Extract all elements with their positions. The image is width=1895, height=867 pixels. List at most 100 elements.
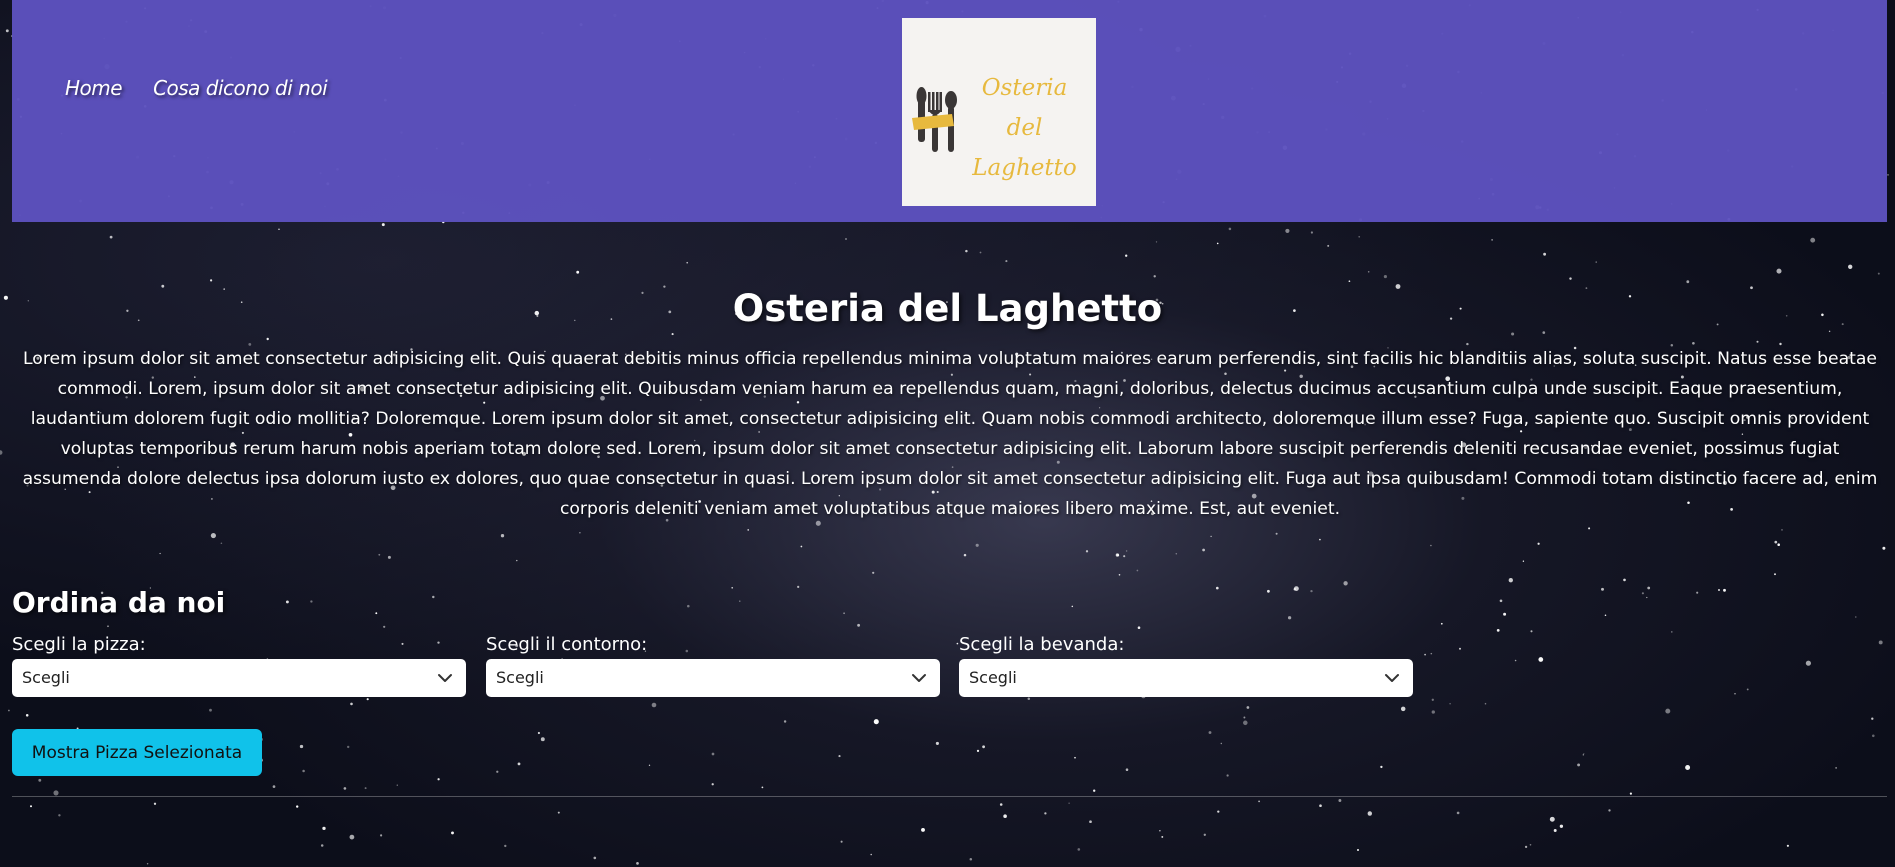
nav-link-testimonials[interactable]: Cosa dicono di noi: [153, 76, 328, 100]
star: [731, 586, 734, 589]
star: [1559, 824, 1564, 828]
star: [1243, 720, 1248, 726]
star: [1810, 237, 1816, 243]
star: [1484, 702, 1487, 705]
star: [1537, 542, 1540, 545]
star: [921, 827, 925, 832]
star: [310, 600, 313, 603]
star: [540, 737, 545, 742]
star: [651, 702, 657, 708]
star: [1125, 254, 1128, 257]
star: [0, 450, 3, 455]
main-nav: Home Cosa dicono di noi: [65, 76, 358, 100]
star: [8, 709, 10, 712]
star: [1431, 710, 1435, 714]
star: [1137, 626, 1141, 629]
star: [956, 642, 959, 645]
star: [1202, 548, 1205, 552]
star: [266, 337, 269, 341]
star: [296, 805, 299, 808]
star: [1877, 272, 1880, 275]
star: [1258, 800, 1261, 803]
chevron-down-icon: [1385, 674, 1399, 682]
star: [1161, 835, 1164, 838]
show-selected-pizza-button[interactable]: Mostra Pizza Selezionata: [12, 729, 262, 776]
star: [1828, 330, 1831, 333]
star: [1089, 820, 1092, 824]
star: [1723, 588, 1726, 592]
star: [1424, 653, 1426, 656]
star: [1430, 544, 1432, 547]
star: [1228, 227, 1232, 231]
star: [747, 529, 750, 531]
star: [1717, 588, 1721, 592]
star: [1430, 652, 1433, 655]
star: [1125, 550, 1128, 552]
star: [1872, 734, 1875, 738]
star: [1005, 260, 1008, 263]
star: [1338, 799, 1342, 802]
star: [1287, 616, 1292, 620]
star: [1074, 756, 1076, 759]
star: [1071, 605, 1074, 608]
pizza-select[interactable]: Scegli: [12, 659, 466, 697]
star: [209, 708, 212, 712]
star: [857, 623, 861, 627]
star: [210, 533, 216, 539]
star: [1878, 640, 1883, 645]
star: [1220, 742, 1223, 745]
drink-select[interactable]: Scegli: [959, 659, 1413, 697]
nav-link-home[interactable]: Home: [65, 76, 123, 100]
star: [965, 249, 968, 253]
star: [1217, 810, 1220, 813]
star: [1246, 706, 1250, 709]
star: [870, 853, 872, 856]
star: [1538, 657, 1544, 662]
star: [343, 787, 347, 790]
logo-wordmark: Osteria del Laghetto: [962, 68, 1087, 188]
star: [872, 571, 875, 574]
star: [1542, 331, 1546, 334]
star: [1524, 845, 1528, 849]
star: [1530, 630, 1533, 633]
star: [1646, 596, 1648, 599]
star: [1756, 340, 1759, 343]
star: [1604, 614, 1607, 616]
star: [496, 770, 499, 773]
star: [1310, 231, 1313, 234]
star: [516, 559, 518, 562]
star: [761, 786, 764, 789]
star: [159, 552, 161, 555]
star: [711, 783, 714, 786]
star: [1210, 535, 1212, 538]
star: [1293, 586, 1299, 592]
star: [146, 862, 149, 865]
star: [671, 333, 674, 336]
star: [1685, 765, 1691, 770]
star: [38, 778, 42, 782]
star: [1153, 275, 1156, 278]
star: [1583, 753, 1585, 755]
star: [1511, 332, 1515, 336]
star: [687, 604, 690, 608]
side-dish-select[interactable]: Scegli: [486, 659, 940, 697]
star: [109, 235, 113, 239]
star: [1522, 560, 1525, 562]
star: [500, 534, 505, 538]
star: [1357, 849, 1359, 851]
star: [278, 228, 280, 231]
star: [1367, 271, 1370, 273]
star: [1629, 792, 1632, 795]
star: [347, 745, 350, 749]
star: [58, 814, 61, 817]
star: [1380, 765, 1383, 769]
logo-line-1: Osteria del: [981, 75, 1068, 141]
site-logo[interactable]: Osteria del Laghetto: [902, 18, 1096, 206]
star: [797, 585, 800, 589]
side-dish-select-value: Scegli: [496, 668, 544, 687]
star: [1319, 538, 1321, 541]
star: [1665, 708, 1671, 714]
star: [1503, 612, 1507, 616]
pizza-field: Scegli la pizza: Scegli: [12, 634, 466, 697]
order-section-title: Ordina da noi: [12, 586, 226, 619]
